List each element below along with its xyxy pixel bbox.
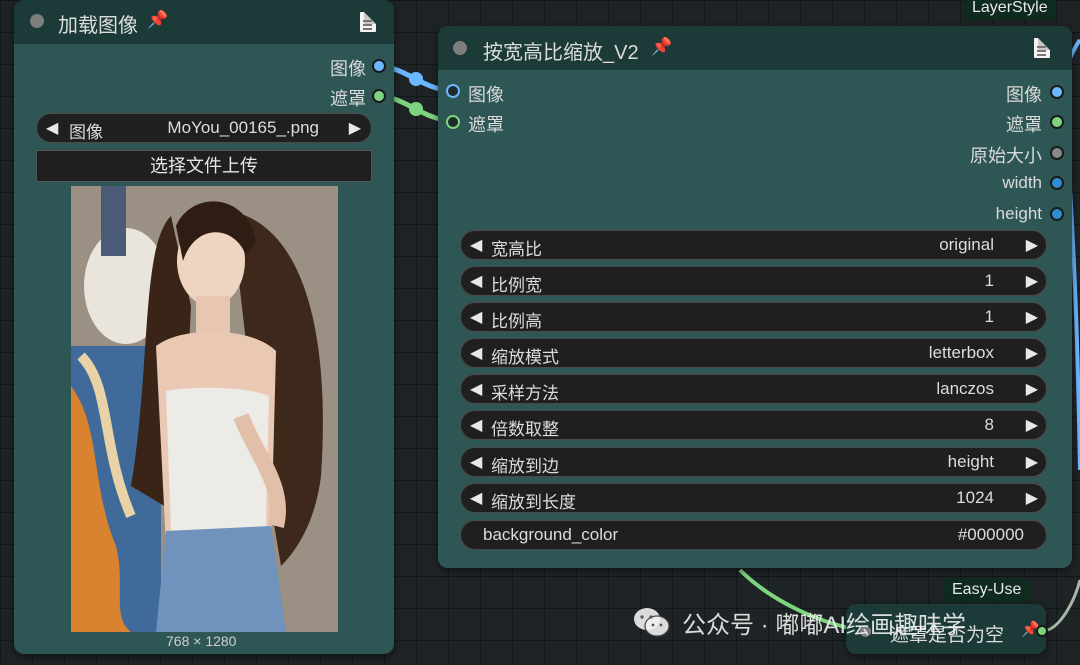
next-arrow[interactable]: ▶ [1026, 307, 1038, 327]
widget-background-color[interactable]: background_color #000000 [460, 520, 1047, 550]
pin-icon[interactable]: 📌 [147, 10, 168, 30]
widget-ratio-height[interactable]: ◀ 比例高 1 ▶ [460, 302, 1047, 332]
widget-value: height [947, 452, 994, 471]
output-socket-original-size[interactable] [1050, 146, 1064, 160]
widget-label: 图像 [69, 123, 103, 142]
output-socket-width[interactable] [1050, 176, 1064, 190]
widget-label: 比例高 [491, 312, 542, 331]
prev-arrow[interactable]: ◀ [470, 452, 482, 472]
prev-arrow[interactable]: ◀ [46, 118, 58, 138]
widget-value: original [939, 235, 994, 254]
widget-scale-to-side[interactable]: ◀ 缩放到边 height ▶ [460, 447, 1047, 477]
output-socket-image[interactable] [1050, 85, 1064, 99]
load-image-node[interactable]: 加载图像 📌 图像 遮罩 ◀ 图像 MoYou_00165_.png ▶ 选择文… [14, 0, 394, 654]
output-socket[interactable] [1036, 625, 1048, 637]
output-label-height: height [995, 204, 1042, 223]
widget-scale-mode[interactable]: ◀ 缩放模式 letterbox ▶ [460, 338, 1047, 368]
widget-label: background_color [483, 525, 619, 544]
widget-value: 8 [984, 415, 994, 434]
prev-arrow[interactable]: ◀ [470, 379, 482, 399]
collapse-dot[interactable] [30, 14, 44, 28]
node-header[interactable]: 加载图像 📌 [14, 0, 394, 44]
widget-sampling-method[interactable]: ◀ 采样方法 lanczos ▶ [460, 374, 1047, 404]
widget-value: 1 [984, 271, 994, 290]
output-label-image: 图像 [1006, 85, 1042, 105]
output-label-image: 图像 [330, 59, 366, 79]
output-socket-mask[interactable] [1050, 115, 1064, 129]
node-title: 加载图像 [58, 15, 138, 37]
prev-arrow[interactable]: ◀ [470, 488, 482, 508]
output-socket-mask[interactable] [372, 89, 386, 103]
image-preview [71, 186, 338, 632]
output-socket-image[interactable] [372, 59, 386, 73]
next-arrow[interactable]: ▶ [1026, 379, 1038, 399]
document-icon[interactable] [360, 12, 376, 32]
upload-button[interactable]: 选择文件上传 [36, 150, 372, 182]
widget-aspect-ratio[interactable]: ◀ 宽高比 original ▶ [460, 230, 1047, 260]
next-arrow[interactable]: ▶ [1026, 452, 1038, 472]
wechat-icon [634, 608, 670, 637]
scale-node[interactable]: 按宽高比缩放_V2 📌 图像 遮罩 图像 遮罩 原始大小 width heigh… [438, 26, 1072, 568]
bottom-out-link [1042, 579, 1080, 633]
widget-label: 缩放模式 [491, 348, 559, 367]
widget-value: 1 [984, 307, 994, 326]
widget-label: 缩放到边 [491, 457, 559, 476]
pin-icon[interactable]: 📌 [651, 37, 672, 57]
node-header[interactable]: 按宽高比缩放_V2 📌 [438, 26, 1072, 70]
prev-arrow[interactable]: ◀ [470, 235, 482, 255]
widget-value: lanczos [936, 379, 994, 398]
collapse-dot[interactable] [453, 41, 467, 55]
layerstyle-badge: LayerStyle [964, 0, 1056, 20]
output-label-mask: 遮罩 [1006, 115, 1042, 135]
easyuse-badge: Easy-Use [944, 578, 1030, 602]
input-socket-image[interactable] [446, 84, 460, 98]
widget-label: 采样方法 [491, 384, 559, 403]
output-socket-height[interactable] [1050, 207, 1064, 221]
watermark-text: 公众号 · 嘟嘟AI绘画趣味学 [682, 612, 967, 639]
next-arrow[interactable]: ▶ [1026, 488, 1038, 508]
widget-label: 倍数取整 [491, 420, 559, 439]
next-arrow[interactable]: ▶ [1026, 271, 1038, 291]
widget-ratio-width[interactable]: ◀ 比例宽 1 ▶ [460, 266, 1047, 296]
widget-value: #000000 [957, 525, 1024, 544]
next-arrow[interactable]: ▶ [349, 118, 361, 138]
next-arrow[interactable]: ▶ [1026, 235, 1038, 255]
widget-round-multiple[interactable]: ◀ 倍数取整 8 ▶ [460, 410, 1047, 440]
widget-value: 1024 [956, 488, 994, 507]
input-socket-mask[interactable] [446, 115, 460, 129]
widget-scale-to-length[interactable]: ◀ 缩放到长度 1024 ▶ [460, 483, 1047, 513]
node-title: 按宽高比缩放_V2 [483, 42, 639, 64]
output-label-original-size: 原始大小 [970, 146, 1042, 166]
input-label-mask: 遮罩 [468, 115, 504, 135]
widget-label: 宽高比 [491, 240, 542, 259]
prev-arrow[interactable]: ◀ [470, 343, 482, 363]
image-file-selector[interactable]: ◀ 图像 MoYou_00165_.png ▶ [36, 113, 372, 143]
widget-value: MoYou_00165_.png [167, 118, 319, 137]
next-arrow[interactable]: ▶ [1026, 343, 1038, 363]
next-arrow[interactable]: ▶ [1026, 415, 1038, 435]
widget-value: letterbox [928, 343, 994, 362]
prev-arrow[interactable]: ◀ [470, 415, 482, 435]
output-label-width: width [1002, 173, 1042, 192]
input-label-image: 图像 [468, 85, 504, 105]
widget-label: 比例宽 [491, 276, 542, 295]
prev-arrow[interactable]: ◀ [470, 271, 482, 291]
output-label-mask: 遮罩 [330, 89, 366, 109]
document-icon[interactable] [1034, 38, 1050, 58]
prev-arrow[interactable]: ◀ [470, 307, 482, 327]
image-dimensions: 768 × 1280 [166, 633, 237, 649]
widget-label: 缩放到长度 [491, 493, 576, 512]
